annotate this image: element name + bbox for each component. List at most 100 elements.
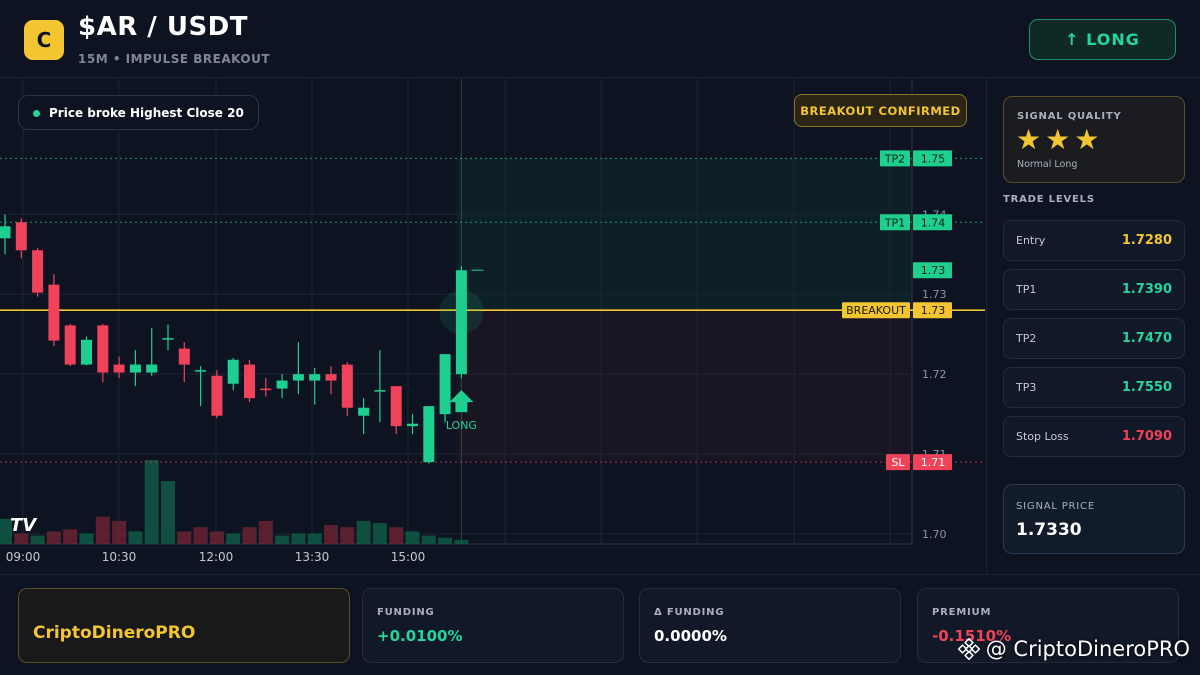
binance-logo-icon	[957, 638, 980, 660]
candle-body	[407, 423, 418, 427]
candle-body	[390, 386, 402, 427]
level-entry: Entry 1.7280	[1003, 220, 1185, 261]
candlestick-chart-svg[interactable]: LONG 1.74 1.73 1.72 1.71 1.70 09:00 10:30 12:00 1…	[0, 79, 985, 573]
breakout-confirmed-badge: BREAKOUT CONFIRMED	[794, 94, 967, 127]
candle-body	[81, 339, 92, 365]
volume-bar	[340, 527, 355, 544]
volume-bar	[356, 520, 371, 544]
alert-dot-icon	[33, 110, 40, 117]
candle-body	[358, 407, 370, 416]
volume-bar	[438, 537, 453, 544]
level-name-text: TP1	[884, 216, 905, 229]
volume-bar	[112, 520, 127, 544]
volume-bar	[275, 535, 290, 544]
level-value: 1.7470	[1121, 331, 1172, 346]
y-tick-label: 1.73	[922, 288, 947, 301]
delta-funding-card: Δ FUNDING 0.0000%	[639, 588, 901, 663]
volume-bar	[324, 525, 338, 544]
level-tp3: TP3 1.7550	[1003, 367, 1185, 408]
volume-bar	[454, 539, 469, 544]
candle-body	[325, 374, 337, 381]
level-tp2: TP2 1.7470	[1003, 318, 1185, 359]
candle-body	[129, 364, 141, 373]
volume-bar	[421, 535, 436, 544]
signal-price-label: SIGNAL PRICE	[1016, 501, 1095, 512]
candle-body	[32, 250, 44, 293]
volume-bar	[307, 533, 322, 544]
watermark: @ CriptoDineroPRO	[957, 637, 1190, 661]
candle-body	[162, 338, 174, 340]
y-tick-label: 1.70	[922, 528, 947, 541]
signal-quality-card: SIGNAL QUALITY ★★★ Normal Long	[1003, 96, 1185, 183]
volume-bar	[242, 527, 257, 544]
candle-body	[0, 226, 11, 239]
candle-body	[374, 390, 386, 392]
x-tick-label: 12:00	[199, 550, 234, 564]
candle-body	[341, 364, 353, 408]
candle-body	[423, 406, 435, 463]
level-tp1: TP1 1.7390	[1003, 269, 1185, 310]
level-label: Stop Loss	[1016, 430, 1069, 443]
volume-bar	[291, 533, 306, 544]
candle-body	[97, 325, 109, 373]
level-stop-loss: Stop Loss 1.7090	[1003, 416, 1185, 457]
alert-pill: Price broke Highest Close 20	[18, 95, 259, 130]
candle-body	[227, 359, 239, 384]
volume-bar	[405, 531, 420, 544]
signal-price-card: SIGNAL PRICE 1.7330	[1003, 484, 1185, 554]
footer: CriptoDineroPRO FUNDING +0.0100% Δ FUNDI…	[0, 574, 1200, 675]
signal-quality-title: SIGNAL QUALITY	[1017, 111, 1122, 122]
y-tick-label: 1.72	[922, 368, 947, 381]
signal-sidebar: SIGNAL QUALITY ★★★ Normal Long TRADE LEV…	[986, 79, 1200, 573]
level-label: TP2	[1016, 332, 1037, 345]
level-value: 1.7090	[1121, 429, 1172, 444]
volume-bar	[193, 527, 208, 544]
candle-body	[309, 374, 321, 381]
risk-zone	[456, 310, 912, 463]
x-tick-label: 09:00	[6, 550, 41, 564]
volume-bar	[177, 531, 192, 544]
level-label: TP3	[1016, 381, 1037, 394]
stat-value: +0.0100%	[377, 627, 463, 645]
candle-body	[292, 374, 304, 381]
candle-body	[48, 284, 60, 341]
volume-bar	[46, 531, 61, 544]
level-label: TP1	[1016, 283, 1037, 296]
signal-glow	[439, 290, 484, 335]
candle-body	[64, 325, 76, 365]
candle-body	[15, 222, 27, 251]
alert-text: Price broke Highest Close 20	[49, 105, 244, 120]
candle-body	[211, 375, 223, 416]
profit-zone	[456, 158, 912, 311]
stat-label: FUNDING	[377, 607, 435, 618]
level-price-text: 1.74	[921, 216, 946, 229]
volume-bar	[79, 533, 94, 544]
brand-card: CriptoDineroPRO	[18, 588, 350, 663]
stat-label: PREMIUM	[932, 607, 992, 618]
x-tick-label: 15:00	[391, 550, 426, 564]
candle-body	[260, 388, 272, 391]
level-price-text: 1.73	[921, 304, 946, 317]
signal-price-value: 1.7330	[1016, 520, 1082, 540]
timeframe-subtitle: 15M • IMPULSE BREAKOUT	[78, 52, 271, 66]
volume-bar	[226, 533, 241, 544]
watermark-text: @ CriptoDineroPRO	[985, 637, 1190, 661]
long-direction-button[interactable]: ↑ LONG	[1029, 19, 1176, 60]
pair-title: $AR / USDT	[78, 12, 248, 42]
level-price-text: 1.75	[921, 152, 946, 165]
tradingview-logo-icon: TV	[10, 515, 37, 536]
level-value: 1.7550	[1121, 380, 1172, 395]
x-tick-label: 13:30	[295, 550, 330, 564]
volume-bar	[209, 531, 224, 544]
candle-body	[276, 380, 288, 389]
signal-quality-subtitle: Normal Long	[1017, 159, 1078, 170]
volume-bar	[128, 531, 143, 544]
funding-card: FUNDING +0.0100%	[362, 588, 624, 663]
long-signal-label: LONG	[446, 419, 477, 432]
level-name-text: BREAKOUT	[846, 304, 906, 317]
price-chart[interactable]: LONG 1.74 1.73 1.72 1.71 1.70 09:00 10:30 12:00 1…	[0, 79, 985, 573]
level-price-text: 1.73	[921, 264, 946, 277]
x-tick-label: 10:30	[102, 550, 137, 564]
candle-body	[146, 364, 158, 373]
volume-bar	[258, 520, 273, 544]
